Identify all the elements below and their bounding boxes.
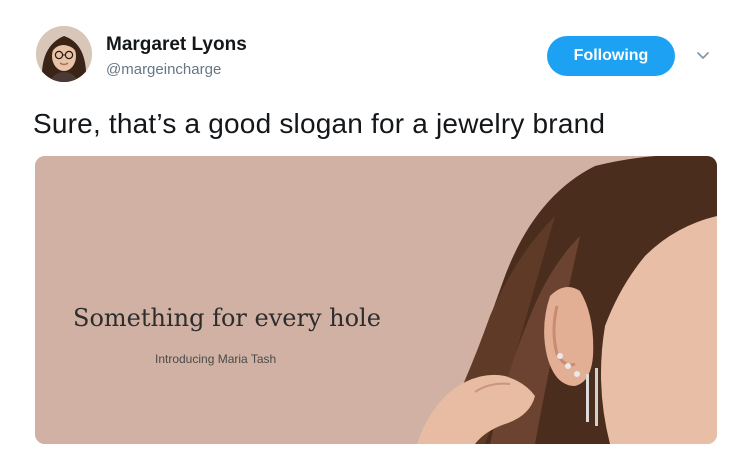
user-handle[interactable]: @margeincharge — [106, 61, 221, 78]
tweet-text: Sure, that’s a good slogan for a jewelry… — [33, 108, 606, 139]
tweet-media-image[interactable]: Something for every hole Introducing Mar… — [35, 156, 717, 444]
following-button[interactable]: Following — [547, 36, 675, 76]
chevron-down-icon[interactable] — [693, 46, 713, 66]
ad-subline: Introducing Maria Tash — [155, 352, 277, 366]
display-name[interactable]: Margaret Lyons — [106, 34, 247, 56]
ad-headline: Something for every hole — [73, 304, 381, 332]
avatar[interactable] — [36, 26, 92, 82]
tweet-card: Margaret Lyons @margeincharge Following … — [0, 0, 750, 463]
ad-photo — [35, 156, 717, 444]
